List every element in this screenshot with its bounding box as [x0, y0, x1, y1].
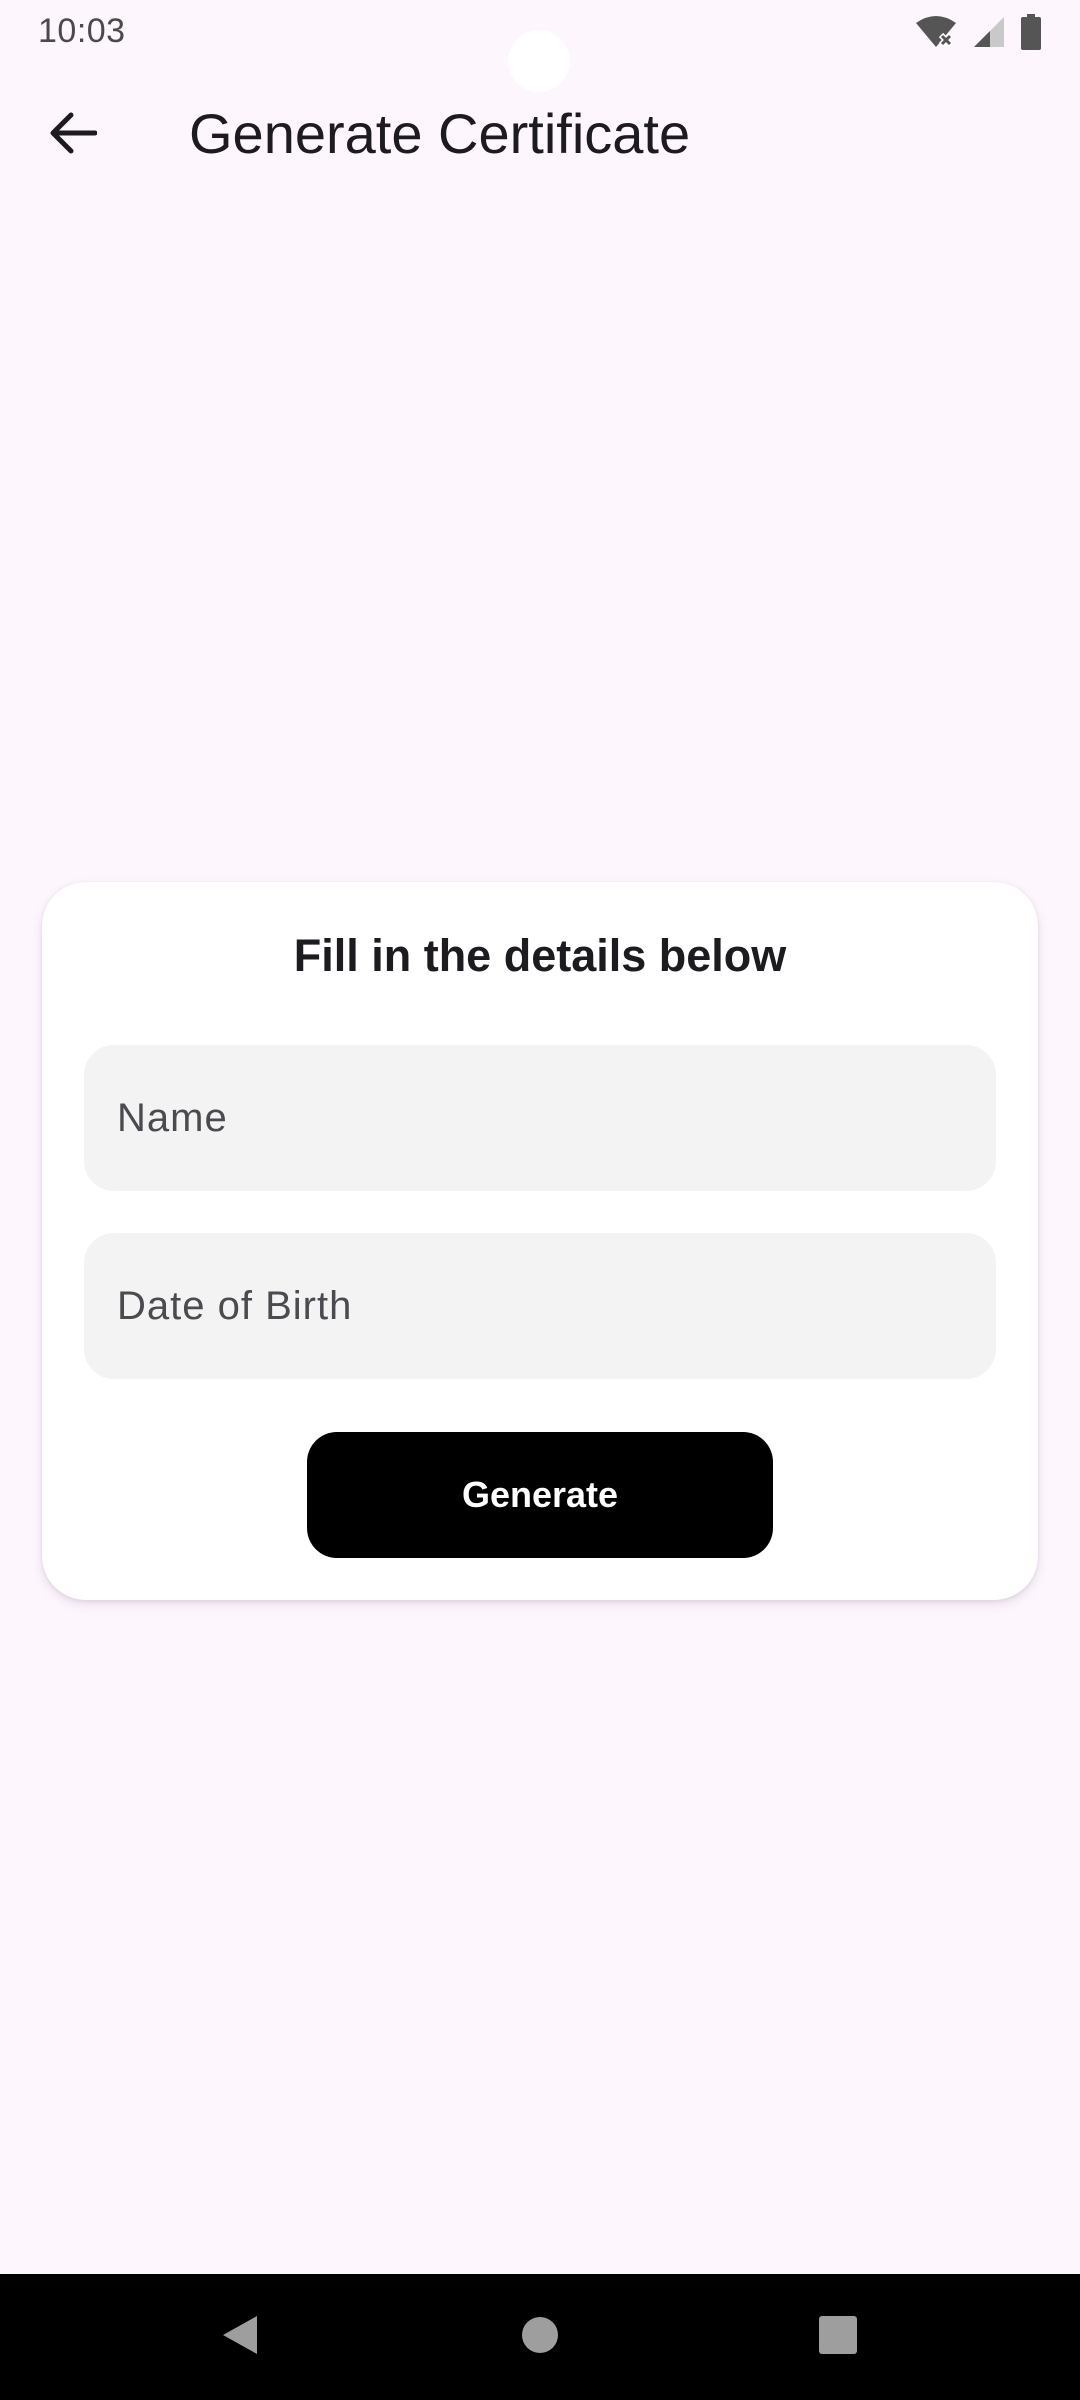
nav-recents-icon — [819, 2315, 857, 2359]
nav-back-button[interactable] — [179, 2274, 299, 2400]
certificate-form-card: Fill in the details below Name Date of B… — [42, 882, 1038, 1600]
screen: 10:03 Generate Certificate Fill in the d… — [0, 0, 1080, 2400]
date-of-birth-field[interactable]: Date of Birth — [84, 1233, 996, 1379]
name-field[interactable]: Name — [84, 1045, 996, 1191]
status-time: 10:03 — [38, 12, 126, 50]
status-icons — [914, 14, 1042, 50]
nav-back-icon — [219, 2314, 259, 2361]
status-bar: 10:03 — [0, 0, 1080, 92]
page-title: Generate Certificate — [189, 102, 691, 165]
name-field-placeholder: Name — [117, 1095, 228, 1140]
generate-button-label: Generate — [461, 1474, 619, 1515]
cellular-signal-icon — [972, 15, 1006, 49]
battery-icon — [1020, 14, 1042, 50]
nav-recents-button[interactable] — [778, 2274, 898, 2400]
app-bar: Generate Certificate — [0, 66, 1080, 206]
form-heading: Fill in the details below — [293, 930, 787, 981]
back-button[interactable] — [30, 100, 116, 170]
date-of-birth-field-placeholder: Date of Birth — [117, 1283, 353, 1328]
wifi-off-icon — [914, 15, 958, 49]
nav-home-button[interactable] — [480, 2274, 600, 2400]
system-navigation-bar — [0, 2274, 1080, 2400]
nav-home-icon — [521, 2316, 559, 2359]
generate-button[interactable]: Generate — [307, 1432, 773, 1558]
arrow-back-icon — [49, 111, 98, 160]
